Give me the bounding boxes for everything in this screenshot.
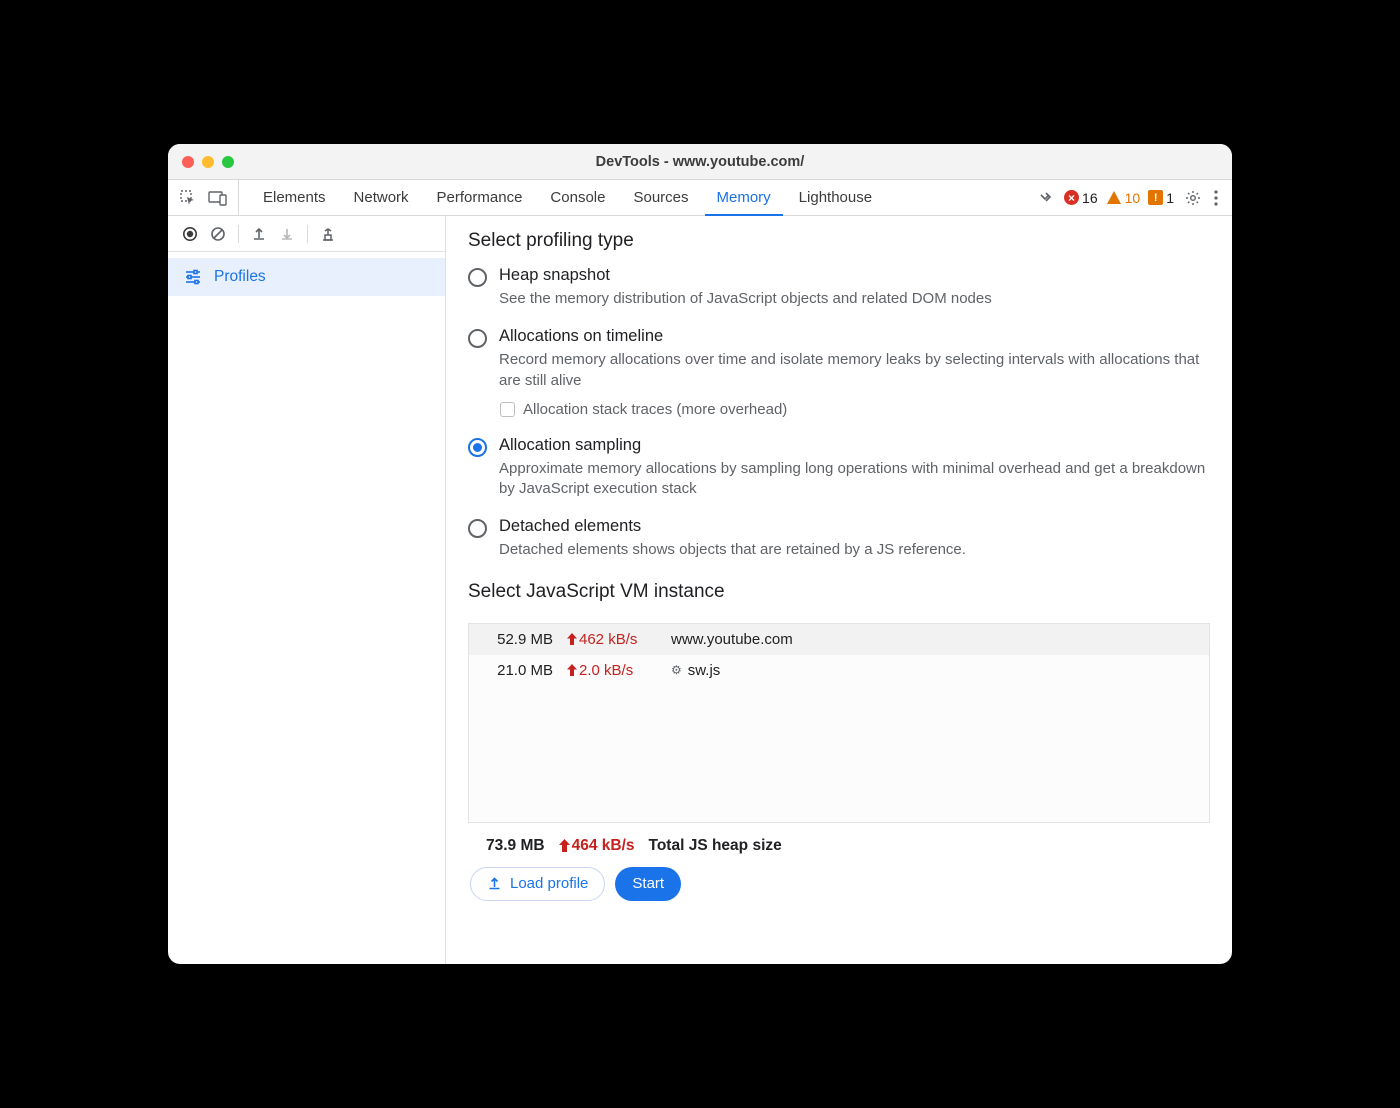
total-rate: 464 kB/s xyxy=(559,837,635,855)
arrow-up-icon xyxy=(567,664,577,676)
clear-icon[interactable] xyxy=(206,222,230,246)
warning-icon xyxy=(1106,190,1122,205)
upload-icon xyxy=(487,876,502,891)
window-controls xyxy=(182,156,234,168)
minimize-window-button[interactable] xyxy=(202,156,214,168)
window-title: DevTools - www.youtube.com/ xyxy=(168,154,1232,170)
inspect-element-icon[interactable] xyxy=(176,186,200,210)
download-icon[interactable] xyxy=(275,222,299,246)
vm-rate: 2.0 kB/s xyxy=(567,662,657,679)
sub-option[interactable]: Allocation stack traces (more overhead) xyxy=(500,401,1210,418)
vm-instance-row[interactable]: 21.0 MB 2.0 kB/s ⚙sw.js xyxy=(469,655,1209,686)
issue-count[interactable]: 1 xyxy=(1148,190,1174,206)
profiling-option[interactable]: Heap snapshot See the memory distribution… xyxy=(468,266,1210,309)
option-title: Detached elements xyxy=(499,517,966,536)
garbage-collect-icon[interactable] xyxy=(316,222,340,246)
arrow-up-icon xyxy=(559,839,570,852)
more-options-icon[interactable] xyxy=(1212,188,1220,208)
device-toolbar-icon[interactable] xyxy=(206,186,230,210)
vm-instance-table: 52.9 MB 462 kB/s www.youtube.com 21.0 MB 2.0… xyxy=(468,623,1210,823)
profiling-option[interactable]: Allocations on timeline Record memory all… xyxy=(468,327,1210,418)
vm-rate: 462 kB/s xyxy=(567,631,657,648)
option-title: Allocation sampling xyxy=(499,436,1210,455)
radio-button[interactable] xyxy=(468,438,487,457)
vm-size: 21.0 MB xyxy=(487,662,553,679)
option-description: Approximate memory allocations by sampli… xyxy=(499,459,1210,500)
sub-option-label: Allocation stack traces (more overhead) xyxy=(523,401,787,418)
arrow-up-icon xyxy=(567,633,577,645)
tab-performance[interactable]: Performance xyxy=(425,180,535,215)
upload-icon[interactable] xyxy=(247,222,271,246)
option-description: Detached elements shows objects that are… xyxy=(499,540,966,560)
record-icon[interactable] xyxy=(178,222,202,246)
heading-profiling-type: Select profiling type xyxy=(468,230,1210,252)
profiling-option[interactable]: Detached elements Detached elements shows… xyxy=(468,517,1210,560)
option-title: Heap snapshot xyxy=(499,266,992,285)
issue-icon xyxy=(1148,190,1163,205)
totals-row: 73.9 MB 464 kB/s Total JS heap size xyxy=(468,823,1210,867)
gear-icon: ⚙ xyxy=(671,663,682,677)
option-description: Record memory allocations over time and … xyxy=(499,350,1210,391)
option-description: See the memory distribution of JavaScrip… xyxy=(499,289,992,309)
settings-icon[interactable] xyxy=(1182,187,1204,209)
sidebar-item-label: Profiles xyxy=(214,268,266,286)
warning-count[interactable]: 10 xyxy=(1106,190,1141,206)
panel-tabs: ElementsNetworkPerformanceConsoleSources… xyxy=(251,180,884,215)
sliders-icon xyxy=(184,269,202,285)
radio-button[interactable] xyxy=(468,268,487,287)
sidebar-item-profiles[interactable]: Profiles xyxy=(168,258,445,296)
vm-name: www.youtube.com xyxy=(671,631,793,648)
heading-vm-instance: Select JavaScript VM instance xyxy=(468,581,1210,603)
tab-sources[interactable]: Sources xyxy=(621,180,700,215)
tab-elements[interactable]: Elements xyxy=(251,180,338,215)
main-tabbar: ElementsNetworkPerformanceConsoleSources… xyxy=(168,180,1232,216)
checkbox[interactable] xyxy=(500,402,515,417)
radio-button[interactable] xyxy=(468,329,487,348)
tab-memory[interactable]: Memory xyxy=(705,181,783,216)
load-profile-button[interactable]: Load profile xyxy=(470,867,605,901)
vm-name: ⚙sw.js xyxy=(671,662,720,679)
more-tabs-icon[interactable] xyxy=(1036,188,1056,208)
titlebar: DevTools - www.youtube.com/ xyxy=(168,144,1232,180)
radio-button[interactable] xyxy=(468,519,487,538)
sidebar: Profiles xyxy=(168,216,446,964)
profiling-option[interactable]: Allocation sampling Approximate memory al… xyxy=(468,436,1210,500)
error-icon xyxy=(1064,190,1079,205)
main-panel: Select profiling type Heap snapshot See t… xyxy=(446,216,1232,964)
vm-size: 52.9 MB xyxy=(487,631,553,648)
close-window-button[interactable] xyxy=(182,156,194,168)
tab-lighthouse[interactable]: Lighthouse xyxy=(787,180,884,215)
vm-instance-row[interactable]: 52.9 MB 462 kB/s www.youtube.com xyxy=(469,624,1209,655)
zoom-window-button[interactable] xyxy=(222,156,234,168)
option-title: Allocations on timeline xyxy=(499,327,1210,346)
total-size: 73.9 MB xyxy=(486,837,545,855)
total-label: Total JS heap size xyxy=(649,837,782,855)
tab-console[interactable]: Console xyxy=(538,180,617,215)
devtools-window: DevTools - www.youtube.com/ ElementsNetw… xyxy=(168,144,1232,964)
error-count[interactable]: 16 xyxy=(1064,190,1098,206)
sidebar-toolbar xyxy=(168,216,445,252)
start-button[interactable]: Start xyxy=(615,867,681,901)
tab-network[interactable]: Network xyxy=(342,180,421,215)
